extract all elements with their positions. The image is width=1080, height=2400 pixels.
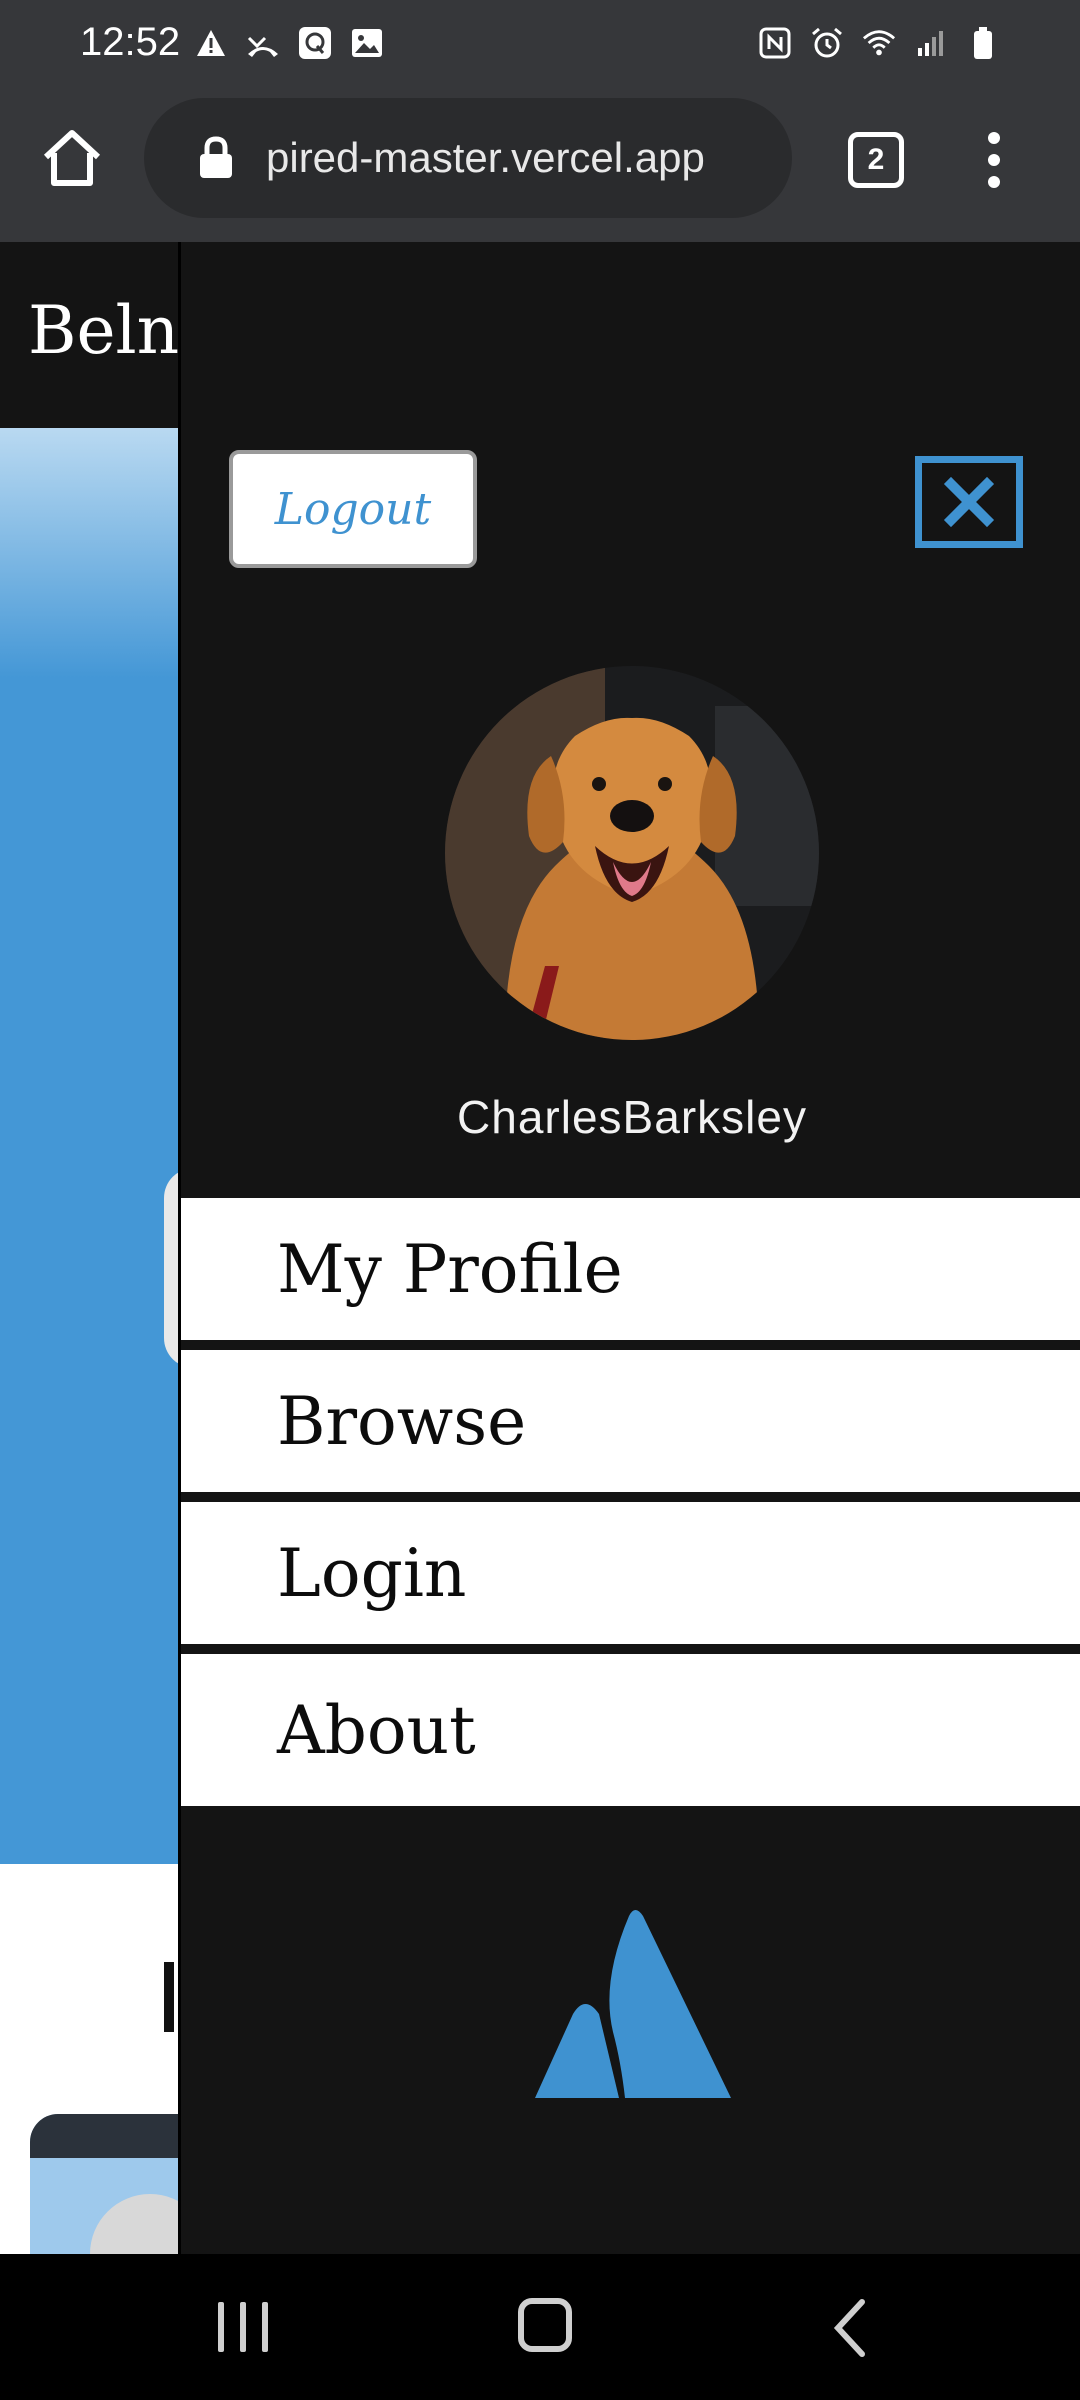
username: CharlesBarksley [457,1091,807,1143]
missed-call-icon [246,26,280,60]
menu-dot [988,132,1000,144]
brand-logo-icon [535,1910,731,2098]
wifi-icon [862,26,896,60]
nav-item-browse[interactable]: Browse [181,1350,1080,1502]
background-card [30,2114,180,2254]
warning-icon [194,26,228,60]
browser-toolbar: pired-master.vercel.app 2 [0,92,1080,242]
recents-bar [218,2302,224,2352]
system-nav-bar [0,2254,1080,2400]
home-button[interactable] [36,122,108,194]
menu-dot [988,154,1000,166]
nav-item-label: My Profile [277,1230,623,1308]
lock-icon [200,136,232,178]
close-drawer-button[interactable] [915,456,1023,548]
background-section-heading [164,1962,174,2032]
nfc-icon [758,26,792,60]
background-card-header [30,2114,180,2158]
nav-item-label: Browse [277,1382,527,1460]
menu-dot [988,176,1000,188]
logout-button[interactable]: Logout [229,450,477,568]
avatar [445,666,819,1040]
address-bar[interactable]: pired-master.vercel.app [144,98,792,218]
close-icon [943,476,995,528]
nav-item-my-profile[interactable]: My Profile [181,1198,1080,1350]
background-hero [0,428,180,1864]
nav-drawer: Logout CharlesBarksley My Profile Browse [178,242,1080,2254]
status-bar: 12:52 [0,0,1080,92]
dog-photo [445,666,819,1040]
status-left-icons [194,26,384,60]
nav-item-about[interactable]: About [181,1654,1080,1806]
drawer-nav-list: My Profile Browse Login About [181,1198,1080,1806]
browser-menu-button[interactable] [974,128,1014,192]
tab-switcher-button[interactable]: 2 [848,132,904,188]
system-home-button[interactable] [518,2298,572,2352]
background-page: Beln [0,242,180,2254]
recents-button[interactable] [218,2302,268,2352]
alarm-icon [810,26,844,60]
quora-icon [298,26,332,60]
status-right-icons [758,26,1000,60]
nav-item-login[interactable]: Login [181,1502,1080,1654]
background-card-avatar [90,2194,180,2254]
recents-bar [240,2302,246,2352]
background-header: Beln [0,242,180,428]
back-icon[interactable] [828,2298,872,2358]
battery-icon [966,26,1000,60]
home-icon [43,130,101,186]
nav-item-label: Login [277,1534,467,1612]
image-icon [350,26,384,60]
url-text: pired-master.vercel.app [266,134,705,181]
background-site-title: Beln [28,292,180,369]
recents-bar [262,2302,268,2352]
status-time: 12:52 [80,20,181,64]
nav-item-label: About [277,1691,476,1769]
signal-icon [914,26,948,60]
